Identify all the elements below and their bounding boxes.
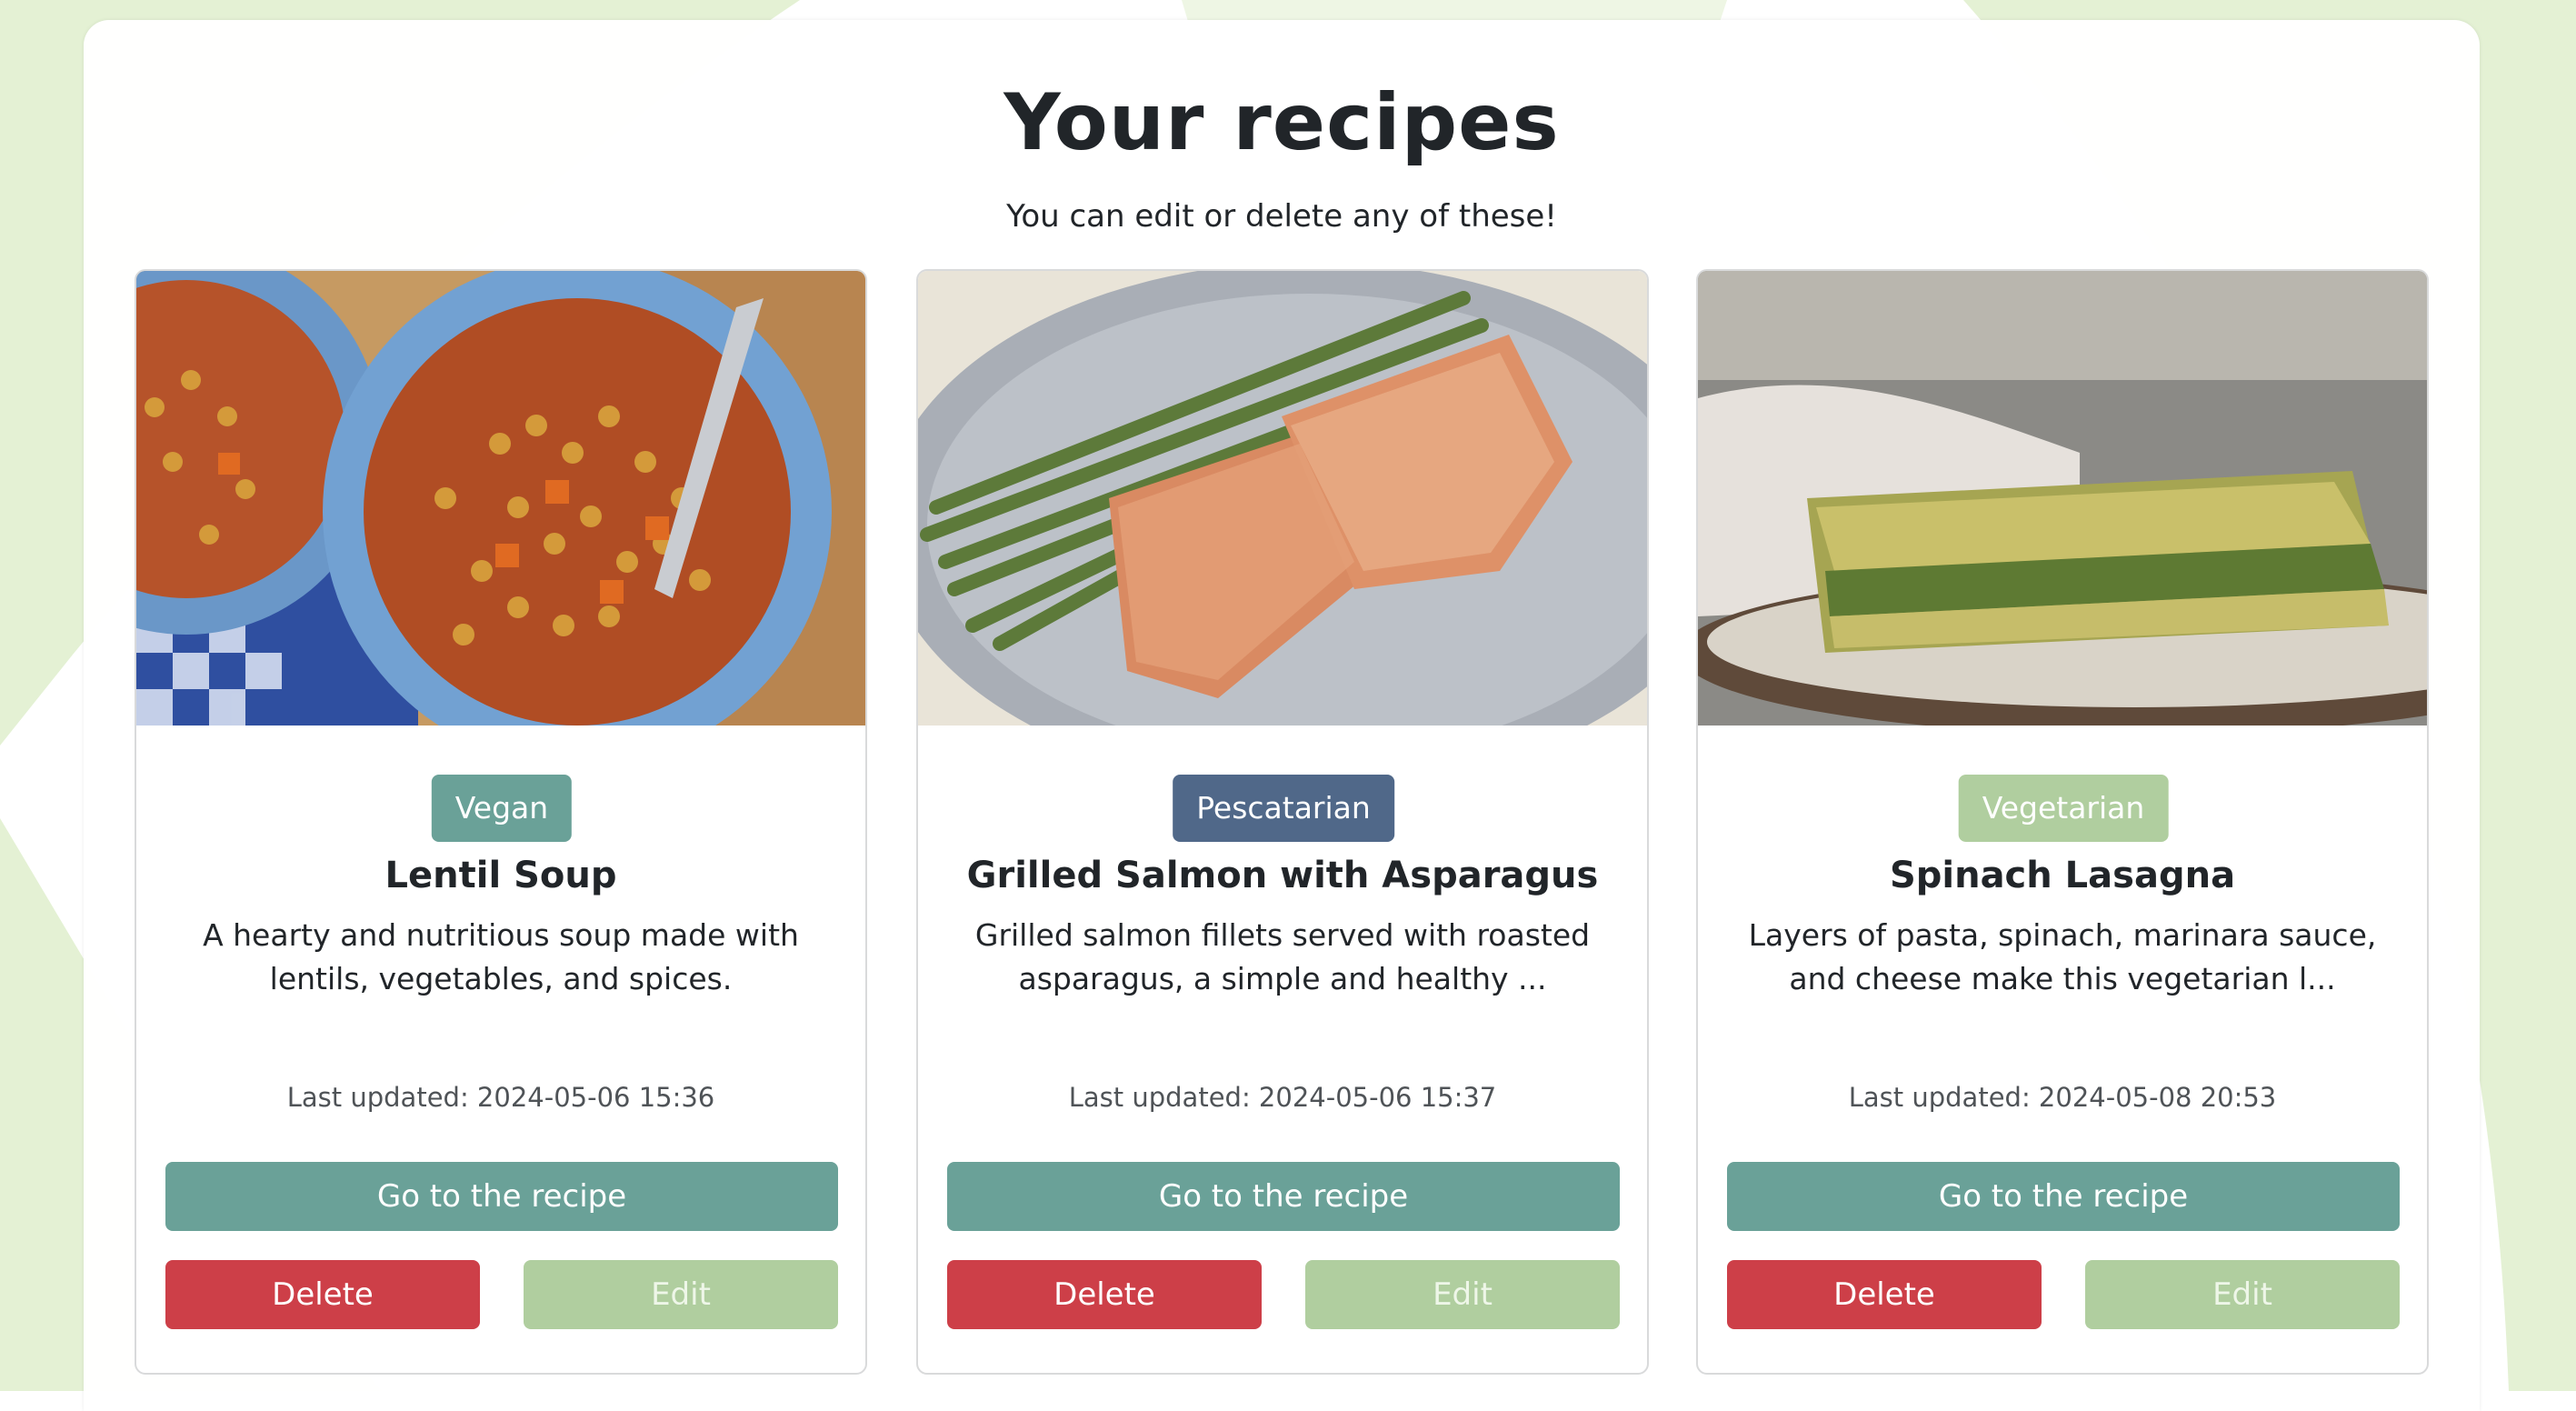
recipe-title: Spinach Lasagna (1889, 855, 2236, 896)
go-to-recipe-button[interactable]: Go to the recipe (947, 1162, 1620, 1231)
delete-button[interactable]: Delete (1727, 1260, 2042, 1329)
delete-button[interactable]: Delete (165, 1260, 480, 1329)
edit-button[interactable]: Edit (1305, 1260, 1620, 1329)
recipe-description: Layers of pasta, spinach, marinara sauce… (1748, 917, 2377, 996)
lentil-soup-image (136, 271, 865, 726)
recipe-card: Pescatarian Grilled Salmon with Asparagu… (916, 269, 1649, 1375)
recipe-card-list: Vegan Lentil Soup A hearty and nutritiou… (135, 269, 2431, 1376)
recipe-title: Lentil Soup (384, 855, 617, 896)
go-to-recipe-button[interactable]: Go to the recipe (1727, 1162, 2400, 1231)
grilled-salmon-image (918, 271, 1647, 726)
page-subtitle: You can edit or delete any of these! (1006, 198, 1557, 235)
spinach-lasagna-image (1698, 271, 2427, 726)
diet-badge-vegan: Vegan (431, 775, 573, 842)
last-updated-text: Last updated: 2024-05-06 15:36 (286, 1082, 715, 1113)
recipe-description: Grilled salmon fillets served with roast… (974, 917, 1591, 996)
diet-badge-pescatarian: Pescatarian (1173, 775, 1394, 842)
recipe-card: Vegan Lentil Soup A hearty and nutritiou… (135, 269, 867, 1375)
last-updated-text: Last updated: 2024-05-08 20:53 (1848, 1082, 2277, 1113)
edit-button[interactable]: Edit (2085, 1260, 2400, 1329)
go-to-recipe-button[interactable]: Go to the recipe (165, 1162, 838, 1231)
delete-button[interactable]: Delete (947, 1260, 1262, 1329)
diet-badge-vegetarian: Vegetarian (1958, 775, 2169, 842)
recipe-title: Grilled Salmon with Asparagus (966, 855, 1599, 896)
recipes-panel: Your recipes You can edit or delete any … (84, 20, 2480, 1411)
last-updated-text: Last updated: 2024-05-06 15:37 (1068, 1082, 1497, 1113)
page-title: Your recipes (1003, 77, 1560, 168)
recipe-description: A hearty and nutritious soup made with l… (203, 917, 799, 996)
recipe-card: Vegetarian Spinach Lasagna Layers of pas… (1696, 269, 2429, 1375)
edit-button[interactable]: Edit (524, 1260, 838, 1329)
